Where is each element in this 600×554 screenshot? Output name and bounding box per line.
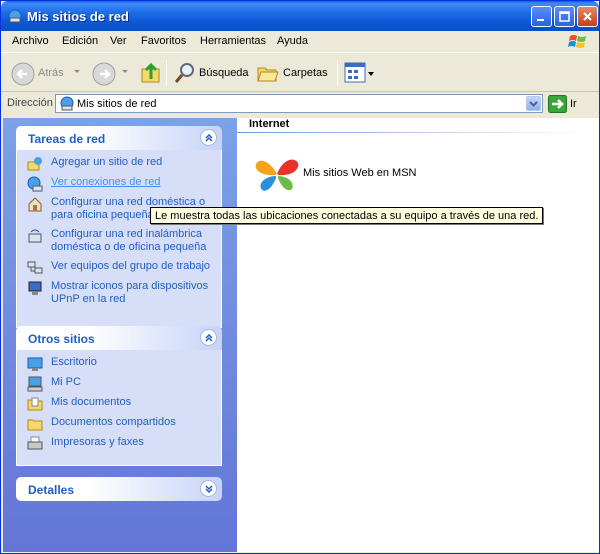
- collapse-button[interactable]: [200, 129, 217, 146]
- address-dropdown-button[interactable]: [526, 96, 541, 111]
- address-input[interactable]: Mis sitios de red: [55, 94, 543, 113]
- group-title-internet: Internet: [249, 118, 290, 130]
- maximize-button[interactable]: [554, 6, 575, 27]
- task-view-network-connections[interactable]: Ver conexiones de red: [17, 176, 221, 192]
- network-places-icon: [8, 9, 22, 23]
- menu-favoritos[interactable]: Favoritos: [141, 35, 186, 47]
- magnifier-icon[interactable]: [173, 61, 197, 85]
- details-panel: Detalles: [16, 477, 222, 501]
- place-desktop[interactable]: Escritorio: [17, 356, 221, 371]
- desktop-icon: [27, 357, 43, 371]
- back-dropdown-arrow[interactable]: [74, 70, 80, 73]
- wireless-network-icon: [28, 229, 42, 243]
- collapse-button[interactable]: [200, 329, 217, 346]
- network-tasks-panel: Tareas de red Agregar un sitio de red Ve…: [16, 126, 222, 328]
- close-button[interactable]: [577, 6, 598, 27]
- place-label[interactable]: Impresoras y faxes: [51, 436, 144, 448]
- go-arrow-icon[interactable]: [548, 95, 567, 113]
- details-header[interactable]: Detalles: [16, 477, 222, 501]
- menu-archivo[interactable]: Archivo: [12, 35, 49, 47]
- toolbar-separator: [337, 60, 338, 86]
- add-network-place-icon: [27, 157, 42, 171]
- chevron-up-icon: [205, 133, 213, 142]
- upnp-icon: [28, 281, 42, 295]
- toolbar-separator: [166, 60, 167, 86]
- home-network-icon: [28, 197, 42, 212]
- task-view-workgroup[interactable]: Ver equipos del grupo de trabajo: [17, 260, 221, 274]
- place-my-documents[interactable]: Mis documentos: [17, 396, 221, 411]
- windows-logo-icon: [568, 35, 586, 48]
- place-label[interactable]: Mi PC: [51, 376, 81, 388]
- other-places-header[interactable]: Otros sitios: [16, 326, 222, 350]
- network-tasks-title: Tareas de red: [28, 132, 106, 146]
- network-tasks-body: Agregar un sitio de red Ver conexiones d…: [16, 150, 222, 328]
- folders-icon[interactable]: [256, 61, 280, 85]
- back-button-label[interactable]: Atrás: [38, 67, 64, 79]
- place-printers-faxes[interactable]: Impresoras y faxes: [17, 436, 221, 450]
- task-label[interactable]: Mostrar iconos para dispositivos UPnP en…: [51, 280, 208, 305]
- maximize-icon: [559, 11, 570, 22]
- address-label: Dirección: [7, 97, 53, 109]
- network-places-icon: [60, 96, 74, 111]
- standard-toolbar: Atrás Búsqueda Carpetas: [1, 54, 599, 92]
- menu-ver[interactable]: Ver: [110, 35, 127, 47]
- place-label[interactable]: Documentos compartidos: [51, 416, 176, 428]
- task-add-network-place[interactable]: Agregar un sitio de red: [17, 156, 221, 171]
- my-documents-icon: [27, 397, 43, 411]
- task-pane: Tareas de red Agregar un sitio de red Ve…: [3, 118, 237, 552]
- go-button-label[interactable]: Ir: [570, 98, 577, 110]
- msn-butterfly-icon[interactable]: [253, 154, 301, 194]
- task-label[interactable]: Agregar un sitio de red: [51, 156, 162, 168]
- forward-dropdown-arrow[interactable]: [122, 70, 128, 73]
- other-places-panel: Otros sitios Escritorio Mi PC Mis docume…: [16, 326, 222, 466]
- other-places-title: Otros sitios: [28, 332, 95, 346]
- title-bar[interactable]: Mis sitios de red: [1, 1, 599, 31]
- expand-button[interactable]: [200, 480, 217, 497]
- details-title: Detalles: [28, 483, 75, 497]
- menu-bar: Archivo Edición Ver Favoritos Herramient…: [1, 31, 599, 53]
- minimize-icon: [537, 19, 544, 21]
- group-divider: [237, 132, 589, 133]
- place-label[interactable]: Escritorio: [51, 356, 97, 368]
- task-show-upnp-icons[interactable]: Mostrar iconos para dispositivos UPnP en…: [17, 280, 221, 306]
- place-my-computer[interactable]: Mi PC: [17, 376, 221, 392]
- search-button-label[interactable]: Búsqueda: [199, 67, 249, 79]
- menu-herramientas[interactable]: Herramientas: [200, 35, 266, 47]
- printers-icon: [27, 436, 43, 450]
- folder-up-icon[interactable]: [139, 61, 163, 85]
- close-icon: [583, 12, 592, 21]
- back-arrow-icon[interactable]: [11, 62, 35, 86]
- menu-ayuda[interactable]: Ayuda: [277, 35, 308, 47]
- place-shared-documents[interactable]: Documentos compartidos: [17, 416, 221, 431]
- chevron-down-icon: [205, 485, 213, 494]
- task-label[interactable]: Ver conexiones de red: [51, 176, 160, 188]
- content-pane: Internet Mis sitios Web en MSN Web en MS…: [237, 118, 599, 552]
- chevron-down-icon: [529, 101, 538, 107]
- my-computer-icon: [27, 376, 43, 392]
- msn-sites-label[interactable]: Mis sitios Web en MSN: [303, 167, 417, 179]
- menu-edicion[interactable]: Edición: [62, 35, 98, 47]
- minimize-button[interactable]: [531, 6, 552, 27]
- chevron-up-icon: [205, 333, 213, 342]
- network-connections-icon: [27, 176, 43, 192]
- task-label[interactable]: Configurar una red inalámbrica doméstica…: [51, 228, 206, 253]
- shared-documents-icon: [27, 419, 43, 431]
- views-icon[interactable]: [344, 62, 376, 84]
- address-bar: Dirección Mis sitios de red Ir: [1, 92, 599, 116]
- address-value[interactable]: Mis sitios de red: [77, 98, 156, 110]
- task-label[interactable]: Ver equipos del grupo de trabajo: [51, 260, 210, 272]
- window-title: Mis sitios de red: [27, 9, 129, 24]
- forward-arrow-icon[interactable]: [92, 62, 116, 86]
- tooltip: Le muestra todas las ubicaciones conecta…: [150, 207, 544, 224]
- other-places-body: Escritorio Mi PC Mis documentos Document…: [16, 350, 222, 466]
- explorer-window: Mis sitios de red Archivo Edición Ver Fa…: [0, 0, 600, 554]
- task-setup-wireless-network[interactable]: Configurar una red inalámbrica doméstica…: [17, 228, 221, 254]
- network-tasks-header[interactable]: Tareas de red: [16, 126, 222, 150]
- folders-button-label[interactable]: Carpetas: [283, 67, 328, 79]
- workgroup-icon: [27, 261, 43, 274]
- place-label[interactable]: Mis documentos: [51, 396, 131, 408]
